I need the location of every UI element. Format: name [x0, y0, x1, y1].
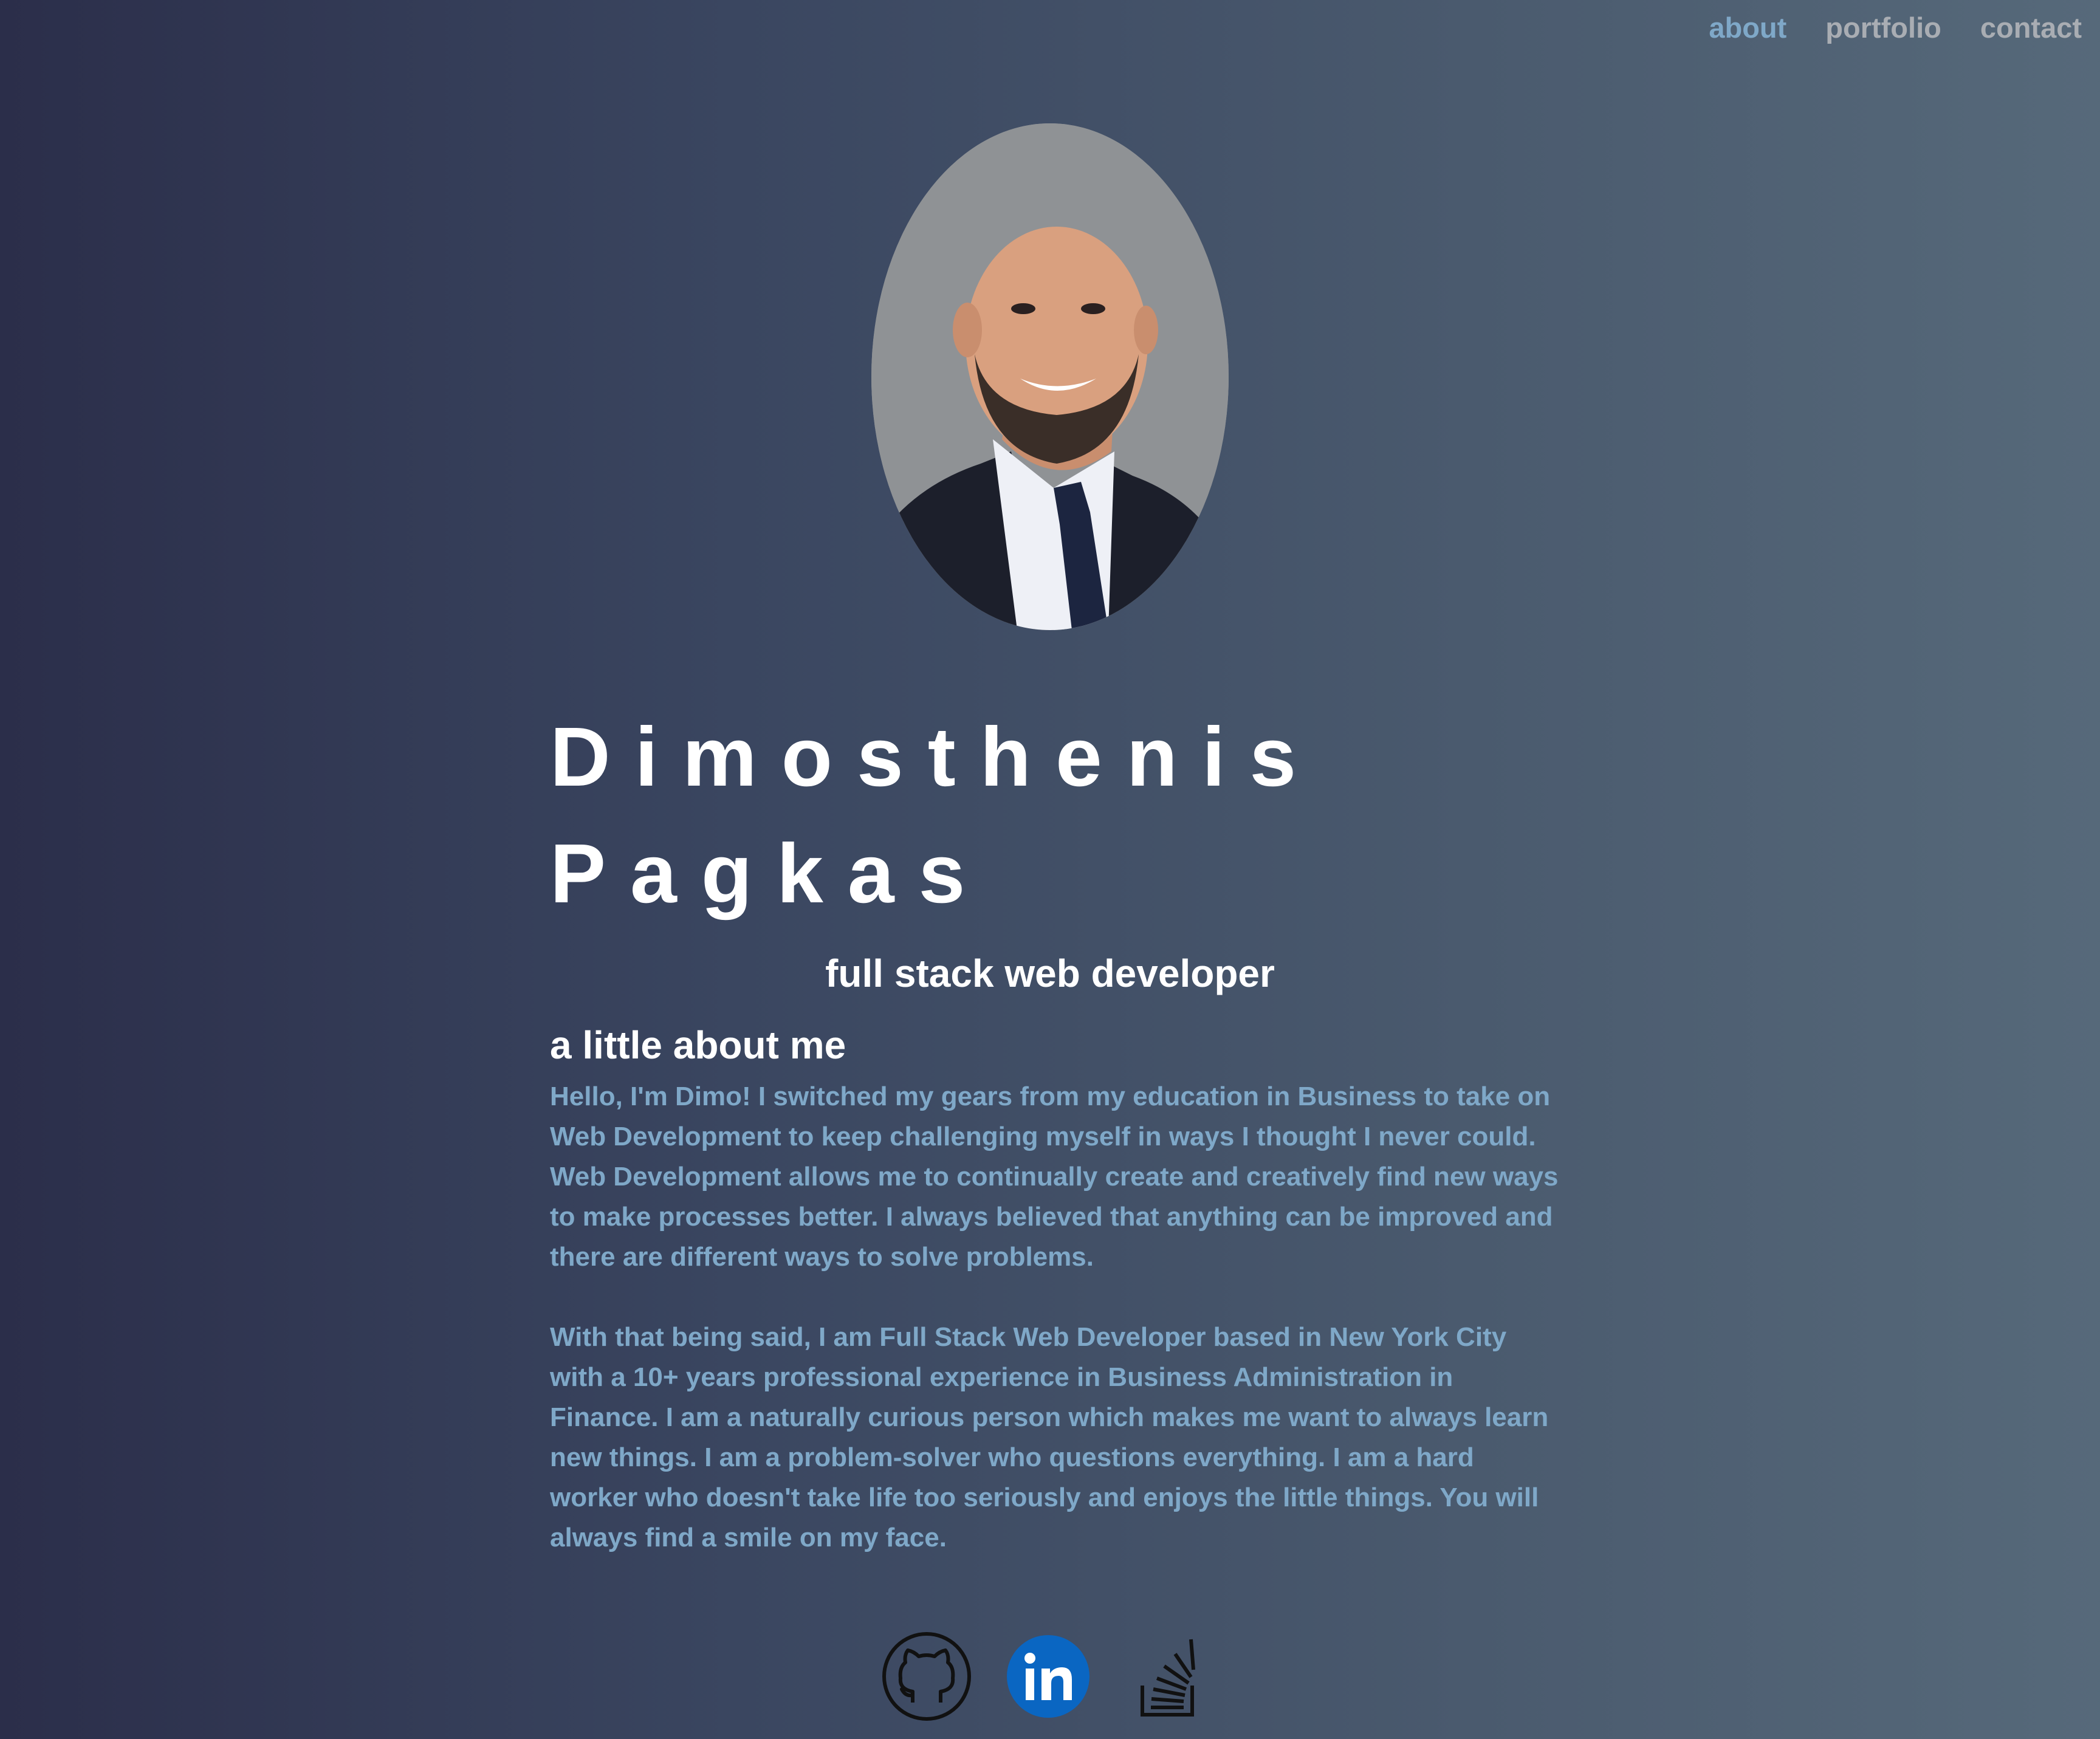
linkedin-link[interactable]: [1003, 1631, 1094, 1722]
social-links: [881, 1631, 1215, 1722]
nav-about-link[interactable]: about: [1709, 11, 1786, 44]
github-icon: [882, 1632, 971, 1721]
name-first: Dimosthenis: [550, 710, 1321, 804]
nav-contact-link[interactable]: contact: [1980, 11, 2082, 44]
linkedin-icon: [1007, 1635, 1089, 1718]
portrait-photo-icon: [871, 123, 1229, 630]
main-nav: about portfolio contact: [1709, 11, 2082, 44]
stackoverflow-link[interactable]: [1124, 1631, 1215, 1722]
stackoverflow-icon: [1141, 1639, 1195, 1717]
about-paragraph-1: Hello, I'm Dimo! I switched my gears fro…: [550, 1082, 1559, 1272]
about-text: Hello, I'm Dimo! I switched my gears fro…: [550, 1077, 1559, 1598]
profile-photo: [871, 123, 1229, 630]
name-last: Pagkas: [550, 827, 990, 921]
nav-portfolio-link[interactable]: portfolio: [1825, 11, 1941, 44]
about-paragraph-2: With that being said, I am Full Stack We…: [550, 1322, 1549, 1552]
job-title: full stack web developer: [825, 952, 1275, 995]
about-heading: a little about me: [550, 1023, 846, 1067]
profile-name: Dimosthenis Pagkas: [550, 699, 1320, 932]
github-link[interactable]: [881, 1631, 972, 1722]
